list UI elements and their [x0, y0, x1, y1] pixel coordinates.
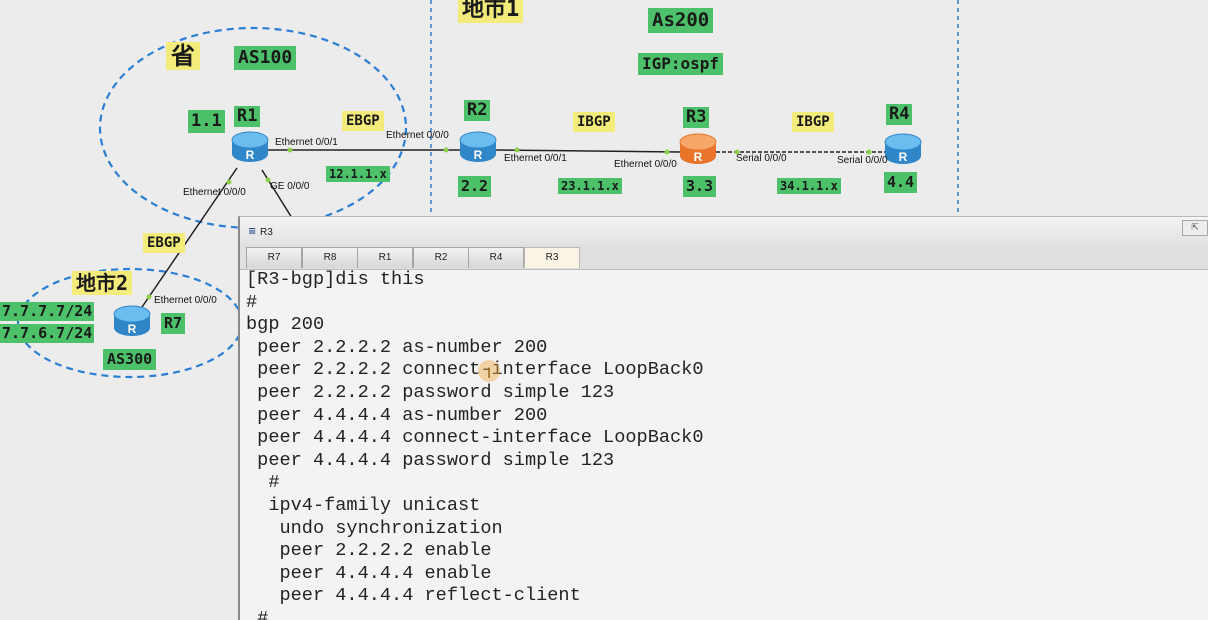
city2-label: 地市2: [72, 271, 133, 295]
r2-port-e001: Ethernet 0/0/1: [504, 153, 567, 164]
city1-label: 地市1: [458, 0, 524, 23]
tab-r8[interactable]: R8: [302, 247, 358, 268]
port-dot: [866, 149, 872, 155]
r7-port-e000: Ethernet 0/0/0: [154, 295, 217, 306]
r3-port-e000: Ethernet 0/0/0: [614, 159, 677, 170]
console-line: peer 4.4.4.4 reflect-client: [246, 585, 581, 607]
tab-r2[interactable]: R2: [413, 247, 469, 268]
console-line: peer 4.4.4.4 password simple 123: [246, 449, 615, 471]
link-r3-r4-protocol: IBGP: [792, 112, 834, 132]
svg-text:R: R: [474, 148, 483, 162]
port-dot: [514, 147, 520, 153]
terminal-app-icon: ≡: [248, 226, 257, 237]
link-r2-r3[interactable]: [495, 149, 681, 153]
router-icon[interactable]: R: [230, 130, 270, 164]
console-line: peer 4.4.4.4 connect-interface LoopBack0: [246, 427, 704, 449]
svg-text:R: R: [246, 148, 255, 162]
r3-port-s000: Serial 0/0/0: [736, 153, 787, 164]
terminal-titlebar[interactable]: ≡ R3 ⇱: [240, 217, 1208, 246]
link-r1-down[interactable]: [261, 169, 293, 219]
r7-network-2: 7.7.6.7/24: [0, 324, 95, 343]
svg-text:R: R: [899, 150, 908, 164]
terminal-window[interactable]: ≡ R3 ⇱ R7 R8 R1 R2 R4 R3 [R3-bgp]dis thi…: [238, 216, 1208, 620]
console-line: peer 2.2.2.2 enable: [246, 540, 492, 562]
console-line: #: [246, 472, 280, 494]
router-r7-name: R7: [161, 313, 186, 334]
r2-port-e000: Ethernet 0/0/0: [386, 130, 449, 141]
as300-label: AS300: [103, 349, 157, 370]
router-r4-id: 4.4: [884, 172, 918, 193]
console-line: ipv4-family unicast: [246, 494, 481, 516]
router-r4-name: R4: [886, 104, 913, 125]
r1-port-e001: Ethernet 0/0/1: [275, 137, 338, 148]
console-line: [R3-bgp]dis this: [246, 269, 425, 290]
r1-port-e000: Ethernet 0/0/0: [183, 187, 246, 198]
as100-label: AS100: [234, 46, 297, 70]
province-label: 省: [166, 42, 200, 70]
console-line: peer 2.2.2.2 as-number 200: [246, 336, 548, 358]
tab-r3[interactable]: R3: [524, 247, 580, 268]
console-line: peer 4.4.4.4 enable: [246, 562, 492, 584]
igp-label: IGP:ospf: [638, 53, 724, 75]
as200-label: As200: [648, 8, 714, 33]
console-line: peer 2.2.2.2 connect-interface LoopBack0: [246, 359, 704, 381]
console-line: peer 2.2.2.2 password simple 123: [246, 381, 615, 403]
router-icon[interactable]: R: [112, 304, 152, 338]
router-r3-name: R3: [683, 107, 710, 128]
r7-network-1: 7.7.7.7/24: [0, 302, 95, 321]
router-r1-id: 1.1: [188, 110, 225, 133]
console-line: #: [246, 291, 258, 313]
port-dot: [146, 294, 152, 300]
link-r2-r3-subnet: 23.1.1.x: [558, 178, 622, 194]
tab-r7[interactable]: R7: [246, 247, 302, 268]
router-icon[interactable]: R: [458, 130, 498, 164]
router-r3-id: 3.3: [683, 176, 717, 197]
router-icon[interactable]: R: [678, 132, 718, 166]
port-dot: [287, 147, 293, 153]
link-r1-r7-protocol: EBGP: [143, 233, 185, 253]
terminal-title: R3: [260, 227, 273, 238]
text-cursor-icon: I: [487, 366, 492, 382]
r4-port-s000: Serial 0/0/0: [837, 155, 888, 166]
link-r1-r2-protocol: EBGP: [342, 111, 384, 131]
port-dot: [226, 179, 232, 185]
router-r2-name: R2: [464, 100, 491, 121]
port-dot: [664, 149, 670, 155]
tab-r1[interactable]: R1: [357, 247, 413, 268]
router-icon[interactable]: R: [883, 132, 923, 166]
link-r2-r3-protocol: IBGP: [573, 112, 615, 132]
tab-r4[interactable]: R4: [468, 247, 524, 268]
console-line: undo synchronization: [246, 517, 503, 539]
console-line: peer 4.4.4.4 as-number 200: [246, 404, 548, 426]
svg-text:R: R: [128, 322, 137, 336]
link-r3-r4-subnet: 34.1.1.x: [777, 178, 841, 194]
router-r1-name: R1: [234, 106, 261, 127]
console-line: bgp 200: [246, 314, 325, 336]
router-r2-id: 2.2: [458, 176, 492, 197]
terminal-console-output[interactable]: [R3-bgp]dis this # bgp 200 peer 2.2.2.2 as…: [246, 269, 1208, 620]
terminal-tab-bar: R7 R8 R1 R2 R4 R3: [240, 245, 1208, 270]
r1-port-ge000: GE 0/0/0: [270, 181, 310, 192]
link-r1-r2-subnet: 12.1.1.x: [326, 166, 390, 182]
console-line: #: [246, 607, 269, 620]
svg-text:R: R: [694, 150, 703, 164]
restore-window-icon[interactable]: ⇱: [1182, 220, 1208, 236]
port-dot: [443, 147, 449, 153]
